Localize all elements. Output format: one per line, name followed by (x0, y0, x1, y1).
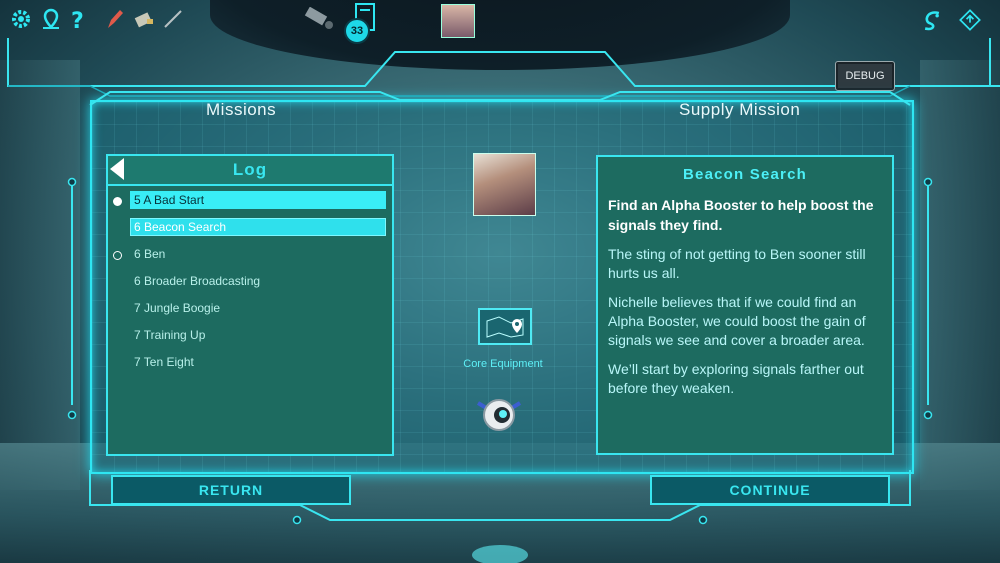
detail-title: Beacon Search (683, 166, 807, 183)
detail-objective: Find an Alpha Booster to help boost the … (608, 197, 874, 233)
log-item-label: 5 A Bad Start (130, 191, 386, 209)
log-item[interactable]: 7 Ten Eight (108, 352, 392, 379)
detail-paragraph: We’ll start by exploring signals farther… (608, 361, 864, 396)
log-item[interactable]: 6 Broader Broadcasting (108, 271, 392, 298)
map-marker-icon (486, 315, 524, 338)
log-item-label: 6 Ben (134, 247, 166, 261)
log-item[interactable]: 6 Beacon Search (108, 217, 392, 244)
log-item[interactable]: 5 A Bad Start (108, 190, 392, 217)
return-button[interactable]: RETURN (111, 475, 351, 505)
status-dot-icon (113, 197, 122, 206)
map-button[interactable] (478, 308, 532, 345)
continue-button[interactable]: CONTINUE (650, 475, 890, 505)
log-panel: Log 5 A Bad Start 6 Beacon Search 6 Ben … (106, 154, 394, 456)
status-dot-icon (113, 251, 122, 260)
detail-paragraph: The sting of not getting to Ben sooner s… (608, 246, 866, 281)
missions-header: Missions (206, 100, 277, 119)
log-title: Log (232, 160, 268, 179)
log-item-label: 7 Jungle Boogie (134, 301, 221, 315)
log-item[interactable]: 6 Ben (108, 244, 392, 271)
log-item-label: 6 Broader Broadcasting (134, 274, 261, 288)
supply-mission-header: Supply Mission (679, 100, 801, 119)
map-label: Core Equipment (463, 358, 543, 370)
log-list: 5 A Bad Start 6 Beacon Search 6 Ben 6 Br… (108, 190, 392, 379)
log-item[interactable]: 7 Training Up (108, 325, 392, 352)
mission-detail-panel: Beacon Search Find an Alpha Booster to h… (596, 155, 894, 455)
log-item[interactable]: 7 Jungle Boogie (108, 298, 392, 325)
robot-companion-icon (472, 393, 526, 435)
log-item-label: 6 Beacon Search (130, 218, 386, 236)
log-item-label: 7 Training Up (134, 328, 206, 342)
log-header: Log (108, 156, 392, 186)
log-item-label: 7 Ten Eight (134, 355, 194, 369)
detail-paragraph: Nichelle believes that if we could find … (608, 294, 866, 348)
mission-characters-portrait (473, 153, 536, 216)
